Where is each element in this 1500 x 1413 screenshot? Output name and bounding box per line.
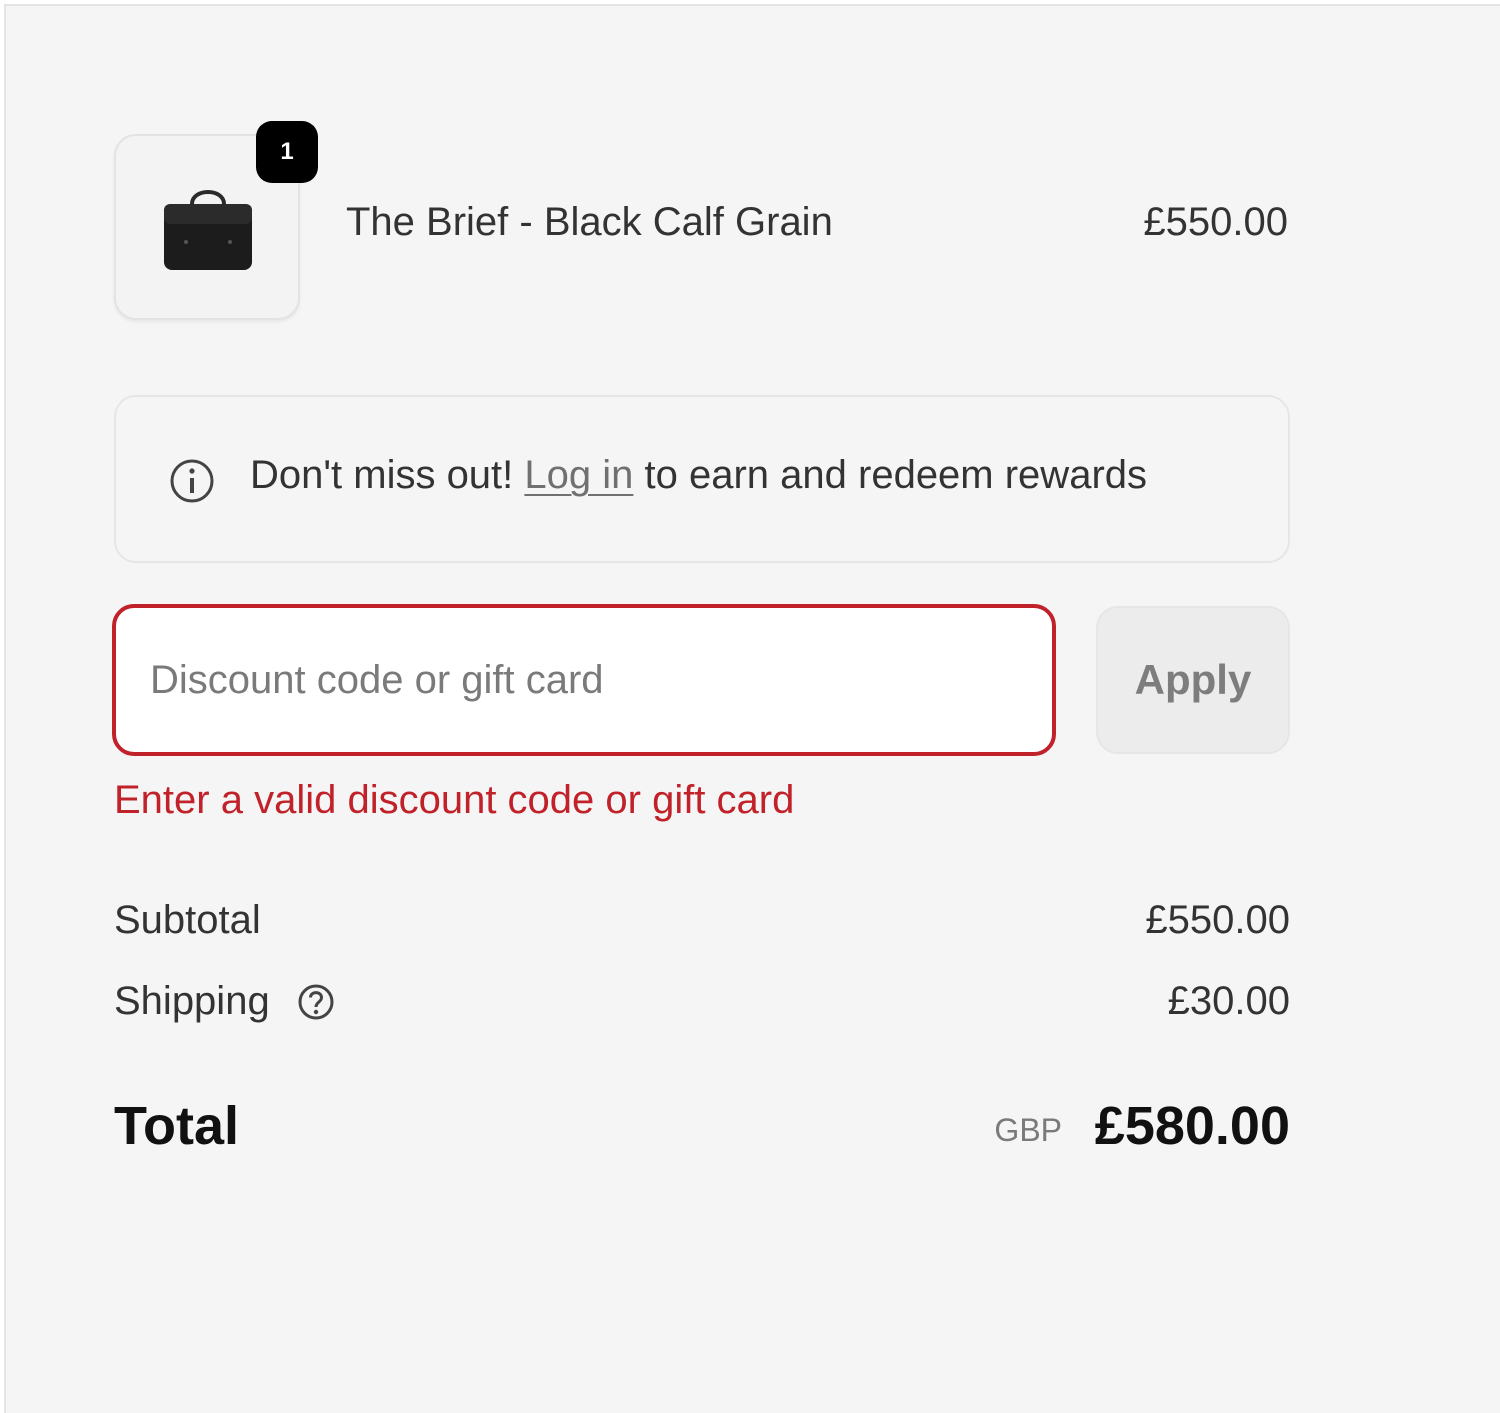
- info-icon: [170, 459, 214, 503]
- product-price: £550.00: [1143, 200, 1288, 244]
- rewards-text-before: Don't miss out!: [250, 453, 525, 497]
- total-label: Total: [114, 1096, 239, 1156]
- product-name: The Brief - Black Calf Grain: [346, 200, 833, 244]
- discount-error-message: Enter a valid discount code or gift card: [114, 778, 795, 822]
- quantity-badge: 1: [256, 121, 318, 183]
- rewards-text-after: to earn and redeem rewards: [633, 453, 1148, 497]
- log-in-link[interactable]: Log in: [524, 453, 633, 497]
- discount-code-input[interactable]: [112, 604, 1056, 756]
- total-currency: GBP: [994, 1112, 1062, 1148]
- rewards-notice: Don't miss out! Log in to earn and redee…: [114, 395, 1290, 563]
- shipping-label: Shipping: [114, 979, 270, 1023]
- shipping-value: £30.00: [1167, 979, 1290, 1023]
- subtotal-value: £550.00: [1145, 898, 1290, 942]
- total-value: £580.00: [1094, 1096, 1290, 1156]
- briefcase-icon: [164, 190, 252, 270]
- rewards-notice-text: Don't miss out! Log in to earn and redee…: [250, 451, 1147, 499]
- question-circle-icon[interactable]: [296, 982, 336, 1022]
- subtotal-label: Subtotal: [114, 898, 261, 942]
- apply-button[interactable]: Apply: [1096, 606, 1290, 754]
